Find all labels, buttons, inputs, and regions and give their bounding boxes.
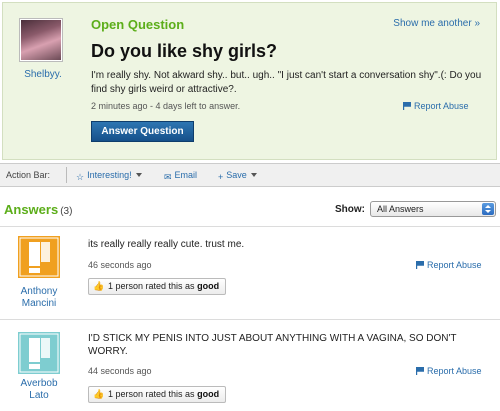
interesting-button[interactable]: ☆ Interesting! [76,167,142,184]
chevron-down-icon [135,173,142,177]
report-label: Report Abuse [427,260,482,270]
show-filter-select[interactable]: All Answers [370,201,496,217]
save-label: Save [226,170,247,180]
answerer-first-name: Averbob [20,378,58,389]
answerer-name-link[interactable]: Averbob Lato [8,378,70,402]
show-another-link[interactable]: Show me another » [393,18,480,29]
answer-item: Averbob Lato I'D STICK MY PENIS INTO JUS… [0,326,500,411]
action-bar-label: Action Bar: [6,170,51,180]
interesting-label: Interesting! [87,170,132,180]
answerer-default-avatar-icon [18,236,60,278]
plus-icon: + [218,172,224,182]
question-title: Do you like shy girls? [91,41,278,61]
answer-report-abuse-link[interactable]: Report Abuse [416,260,482,270]
answer-report-abuse-link[interactable]: Report Abuse [416,366,482,376]
answerer-last-name: Mancini [21,298,57,309]
action-bar-divider [66,167,67,183]
divider [0,226,500,227]
rating-prefix: 1 person rated this as [108,281,195,291]
star-icon: ☆ [76,172,85,182]
thumbs-up-icon: 👍 [93,389,105,399]
rating-word: good [197,281,220,291]
email-button[interactable]: ✉ Email [164,167,197,184]
thumbs-up-icon: 👍 [93,281,105,291]
answers-count: (3) [60,206,73,217]
rating-word: good [197,389,220,399]
report-label: Report Abuse [414,101,469,111]
chevron-down-icon [250,173,257,177]
question-card: Shelbyy. Open Question Show me another »… [2,2,497,160]
show-filter-value: All Answers [377,204,424,214]
email-label: Email [174,170,198,180]
answerer-last-name: Lato [29,390,49,401]
action-bar: Action Bar: ☆ Interesting! ✉ Email + Save [0,163,500,187]
envelope-icon: ✉ [164,172,172,182]
question-meta: 2 minutes ago - 4 days left to answer. [91,101,241,111]
answerer-default-avatar-icon [18,332,60,374]
save-button[interactable]: + Save [218,167,257,184]
flag-icon [403,102,411,110]
question-status: Open Question [91,17,185,32]
asker-photo [21,20,61,60]
answer-meta: 44 seconds ago [88,366,152,376]
answer-item: Anthony Mancini its really really really… [0,232,500,318]
answerer-avatar[interactable] [18,236,60,278]
answerer-avatar[interactable] [18,332,60,374]
question-body: I'm really shy. Not akward shy.. but.. u… [91,70,482,95]
question-report-abuse-link[interactable]: Report Abuse [403,101,469,111]
flag-icon [416,367,424,375]
answer-text: its really really really cute. trust me. [88,239,245,250]
divider [0,319,500,320]
asker-avatar[interactable] [19,18,63,62]
asker-name-link[interactable]: Shelbyy. [15,69,71,80]
flag-icon [416,261,424,269]
rating-prefix: 1 person rated this as [108,389,195,399]
answerer-first-name: Anthony [20,286,58,297]
answerer-name-link[interactable]: Anthony Mancini [8,286,70,310]
rating-button[interactable]: 👍 1 person rated this as good [88,386,227,403]
answer-question-button[interactable]: Answer Question [91,121,194,142]
answer-text: I'D STICK MY PENIS INTO JUST ABOUT ANYTH… [88,333,457,357]
answers-title: Answers [4,202,59,217]
rating-button[interactable]: 👍 1 person rated this as good [88,278,227,295]
select-arrows-icon [482,203,494,215]
report-label: Report Abuse [427,366,482,376]
show-filter-label: Show: [335,204,365,215]
answers-heading: Answers (3) [4,202,72,217]
answer-meta: 46 seconds ago [88,260,152,270]
